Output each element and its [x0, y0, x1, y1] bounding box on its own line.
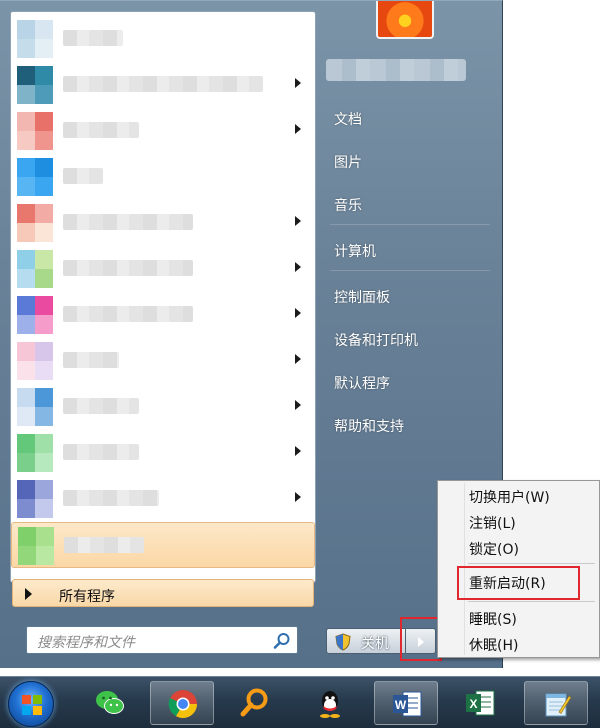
taskbar-chrome[interactable]: [150, 681, 214, 725]
search-input[interactable]: 搜索程序和文件: [26, 626, 298, 654]
right-item-devices-printers[interactable]: 设备和打印机: [326, 322, 494, 356]
wechat-icon: [96, 691, 124, 714]
program-icon: [17, 480, 53, 518]
program-icon: [17, 158, 53, 196]
search-placeholder: 搜索程序和文件: [37, 635, 135, 651]
program-icon: [17, 112, 53, 150]
user-avatar[interactable]: [376, 1, 434, 39]
taskbar-word[interactable]: W: [374, 681, 438, 725]
qq-icon: [320, 691, 340, 718]
user-name[interactable]: [326, 59, 466, 81]
right-divider: [330, 224, 490, 225]
start-menu: 所有程序 搜索程序和文件 文档 图片 音乐 计算机 控制面板 设备和打印机 默认…: [0, 0, 503, 668]
program-item[interactable]: [11, 292, 315, 338]
program-label: [63, 260, 193, 276]
chevron-right-icon[interactable]: [295, 446, 301, 456]
program-icon: [17, 434, 53, 472]
program-item[interactable]: [11, 246, 315, 292]
svg-text:W: W: [395, 698, 407, 712]
program-label: [63, 76, 263, 92]
program-icon: [17, 296, 53, 334]
shield-icon: [335, 633, 351, 651]
program-icon: [18, 527, 54, 565]
pinned-programs-pane: [10, 11, 316, 583]
program-item[interactable]: [11, 200, 315, 246]
program-item[interactable]: [11, 62, 315, 108]
program-label: [63, 30, 123, 46]
word-icon: W: [393, 691, 422, 717]
taskbar-wechat[interactable]: [78, 681, 142, 725]
notepad-icon: [545, 693, 572, 717]
excel-icon: X: [466, 690, 495, 716]
right-item-computer[interactable]: 计算机: [326, 233, 494, 267]
right-item-documents[interactable]: 文档: [326, 101, 494, 135]
chevron-right-icon[interactable]: [295, 78, 301, 88]
menu-separator: [468, 563, 595, 564]
chevron-right-icon[interactable]: [295, 492, 301, 502]
program-item[interactable]: [11, 338, 315, 384]
shutdown-label: 关机: [361, 636, 389, 652]
search-app-icon: [240, 688, 268, 717]
menu-item-hibernate[interactable]: 休眠(H): [469, 635, 518, 655]
right-item-control-panel[interactable]: 控制面板: [326, 279, 494, 313]
right-divider: [330, 270, 490, 271]
program-label: [63, 122, 139, 138]
chrome-icon: [168, 690, 197, 718]
start-button[interactable]: [8, 681, 54, 727]
taskbar-excel[interactable]: X: [448, 681, 512, 725]
program-label: [63, 490, 159, 506]
program-label: [63, 352, 119, 368]
program-item[interactable]: [11, 476, 315, 522]
right-item-help-support[interactable]: 帮助和支持: [326, 408, 494, 442]
right-item-pictures[interactable]: 图片: [326, 144, 494, 178]
highlight-box-restart: [457, 566, 580, 600]
program-label: [63, 444, 139, 460]
all-programs-label: 所有程序: [59, 589, 115, 605]
program-label: [63, 306, 193, 322]
chevron-right-icon[interactable]: [295, 124, 301, 134]
windows-logo-icon: [22, 695, 42, 715]
program-icon: [17, 250, 53, 288]
program-icon: [17, 204, 53, 242]
menu-item-switch-user[interactable]: 切换用户(W): [469, 487, 550, 507]
svg-text:X: X: [469, 697, 477, 711]
program-label: [63, 214, 193, 230]
program-item[interactable]: [11, 430, 315, 476]
chevron-right-icon: [25, 588, 32, 600]
program-label: [63, 168, 103, 184]
all-programs-button[interactable]: 所有程序: [12, 579, 314, 607]
chevron-right-icon[interactable]: [295, 400, 301, 410]
taskbar-search-app[interactable]: [222, 681, 286, 725]
chevron-right-icon[interactable]: [295, 262, 301, 272]
right-item-default-programs[interactable]: 默认程序: [326, 365, 494, 399]
chevron-right-icon[interactable]: [295, 308, 301, 318]
taskbar-notepad[interactable]: [524, 681, 588, 725]
program-label: [64, 537, 144, 553]
chevron-right-icon[interactable]: [295, 216, 301, 226]
chevron-right-icon[interactable]: [295, 354, 301, 364]
program-icon: [17, 388, 53, 426]
program-item[interactable]: [11, 16, 315, 62]
menu-separator: [468, 601, 595, 602]
shutdown-button[interactable]: 关机: [326, 628, 406, 654]
menu-item-lock[interactable]: 锁定(O): [469, 539, 519, 559]
search-icon[interactable]: [273, 632, 291, 650]
right-item-music[interactable]: 音乐: [326, 187, 494, 221]
program-icon: [17, 20, 53, 58]
menu-item-log-off[interactable]: 注销(L): [469, 513, 516, 533]
program-item[interactable]: [11, 384, 315, 430]
taskbar-qq[interactable]: [298, 681, 362, 725]
highlight-box-shutdown-options: [400, 617, 442, 661]
program-icon: [17, 342, 53, 380]
taskbar: W X: [0, 676, 600, 728]
program-item[interactable]: [11, 108, 315, 154]
program-item[interactable]: [11, 522, 315, 568]
program-icon: [17, 66, 53, 104]
menu-item-sleep[interactable]: 睡眠(S): [469, 609, 517, 629]
program-label: [63, 398, 139, 414]
program-item[interactable]: [11, 154, 315, 200]
